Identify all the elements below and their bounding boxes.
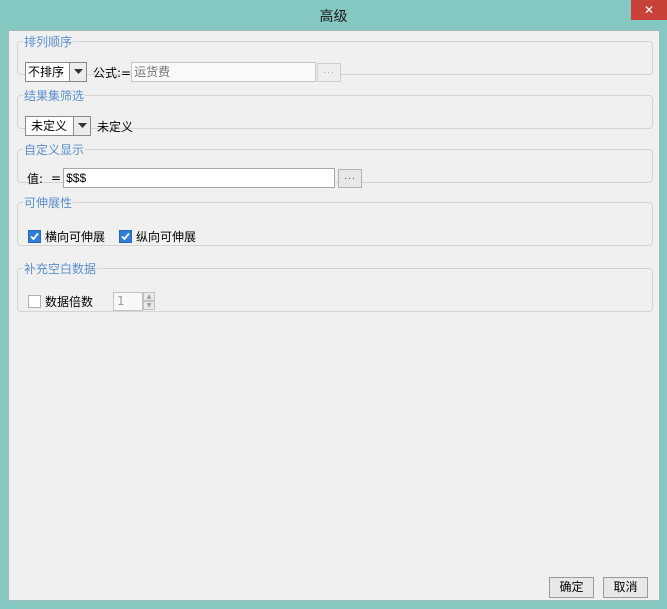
result-filter-legend: 结果集筛选 [24,89,85,103]
fill-blank-group: 补充空白数据 数据倍数 1 ▲ ▼ [17,260,653,312]
value-label: 值: [27,171,44,186]
dialog-client-area: 排列顺序 不排序 公式:= ... 结果集筛选 未定义 [8,30,660,601]
custom-display-group: 自定义显示 值: = ... [17,141,653,188]
sort-order-row: 不排序 公式:= ... [25,61,342,83]
result-filter-group: 结果集筛选 未定义 未定义 [17,87,653,136]
stretch-row: 横向可伸展 纵向可伸展 [28,225,196,247]
vertical-stretch-label: 纵向可伸展 [136,229,197,244]
horizontal-stretch-checkbox[interactable] [28,229,41,243]
stretch-group: 可伸展性 横向可伸展 纵向可伸展 [17,194,653,246]
custom-display-row: 值: = ... [27,167,363,189]
display-value-input[interactable] [63,168,336,188]
sort-order-combo-value: 不排序 [28,65,65,79]
dialog-window: 高级 ✕ 排列顺序 不排序 公式:= ... 结果集筛选 [0,0,667,609]
result-filter-combo-value: 未定义 [31,119,68,133]
triangle-down-icon[interactable]: ▼ [143,300,156,310]
fill-blank-legend: 补充空白数据 [24,262,97,276]
custom-display-legend: 自定义显示 [24,143,85,157]
ok-button[interactable]: 确定 [549,577,594,598]
data-multiple-checkbox[interactable] [28,294,41,308]
result-filter-row: 未定义 未定义 [25,115,133,137]
checkmark-icon [30,232,39,240]
result-filter-status: 未定义 [97,119,134,134]
window-title: 高级 [319,9,348,25]
horizontal-stretch-label: 横向可伸展 [45,229,106,244]
checkmark-icon [121,232,130,240]
sort-order-combo[interactable]: 不排序 [25,62,87,82]
title-bar[interactable]: 高级 ✕ [0,0,667,30]
data-multiple-label: 数据倍数 [45,294,94,309]
data-multiple-spinner[interactable]: 1 ▲ ▼ [113,291,156,311]
formula-input[interactable] [131,62,317,82]
sort-order-group: 排列顺序 不排序 公式:= ... [17,33,653,82]
equals-sign: = [51,171,62,185]
close-button[interactable]: ✕ [631,0,667,20]
stretch-legend: 可伸展性 [24,196,73,210]
cancel-button[interactable]: 取消 [603,577,648,598]
triangle-up-icon[interactable]: ▲ [143,291,156,301]
formula-label: 公式:= [93,65,132,80]
chevron-down-icon[interactable] [73,117,90,135]
display-value-browse-button[interactable]: ... [338,168,363,188]
data-multiple-value[interactable]: 1 [113,291,144,311]
formula-browse-button[interactable]: ... [317,62,342,82]
sort-order-legend: 排列顺序 [24,35,73,49]
fill-blank-row: 数据倍数 1 ▲ ▼ [28,290,156,312]
vertical-stretch-checkbox[interactable] [119,229,133,243]
chevron-down-icon[interactable] [69,63,86,81]
spinner-buttons: ▲ ▼ [143,291,156,311]
result-filter-combo[interactable]: 未定义 [25,116,91,136]
